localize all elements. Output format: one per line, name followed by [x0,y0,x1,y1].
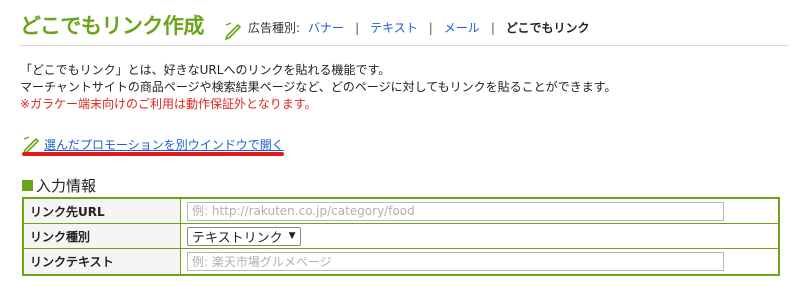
warning-text: ※ガラケー端末向けのご利用は動作保証外となります。 [20,97,317,111]
url-input[interactable] [187,201,724,221]
form-row-type: リンク種別 テキストリンク ▼ [24,224,778,249]
url-label: リンク先URL [24,199,181,223]
link-type-value: テキストリンク [192,230,283,246]
url-cell [181,199,778,223]
square-bullet-icon [22,180,33,191]
section-title: 入力情報 [22,175,96,196]
tab-mail[interactable]: メール [444,19,480,36]
link-type-select[interactable]: テキストリンク ▼ [187,226,301,246]
dropdown-arrow-icon: ▼ [288,231,296,241]
form-row-text: リンクテキスト [24,249,778,274]
tab-text[interactable]: テキスト [370,19,418,36]
link-type-label: リンク種別 [24,224,181,248]
description: 「どこでもリンク」とは、好きなURLへのリンクを貼れる機能です。 マーチャントサ… [20,62,616,113]
tab-banner[interactable]: バナー [308,19,344,36]
link-text-input[interactable] [187,252,724,271]
pen-icon [22,136,40,154]
link-text-cell [181,249,778,274]
description-line-1: 「どこでもリンク」とは、好きなURLへのリンクを貼れる機能です。 [20,63,391,77]
section-title-text: 入力情報 [36,177,97,195]
tab-separator: | [428,20,433,35]
highlight-underline [22,152,284,156]
open-promotion-link[interactable]: 選んだプロモーションを別ウインドウで開く [44,136,284,153]
ad-type-label: 広告種別: [248,21,301,35]
ad-type-tabs: 広告種別: バナー | テキスト | メール | どこでもリンク [248,19,590,36]
page-header: どこでもリンク作成 広告種別: バナー | テキスト | メール | どこでもリ… [20,6,788,46]
input-form-table: リンク先URL リンク種別 テキストリンク ▼ リンクテキスト [22,197,780,276]
link-text-label: リンクテキスト [24,249,181,274]
tab-separator: | [490,20,495,35]
form-row-url: リンク先URL [24,199,778,224]
tab-anywhere-link: どこでもリンク [505,21,590,35]
page-title: どこでもリンク作成 [20,14,204,38]
description-line-2: マーチャントサイトの商品ページや検索結果ページなど、どのページに対してもリンクを… [20,80,617,94]
pen-icon [224,22,242,40]
link-type-cell: テキストリンク ▼ [181,224,778,248]
tab-separator: | [355,20,360,35]
